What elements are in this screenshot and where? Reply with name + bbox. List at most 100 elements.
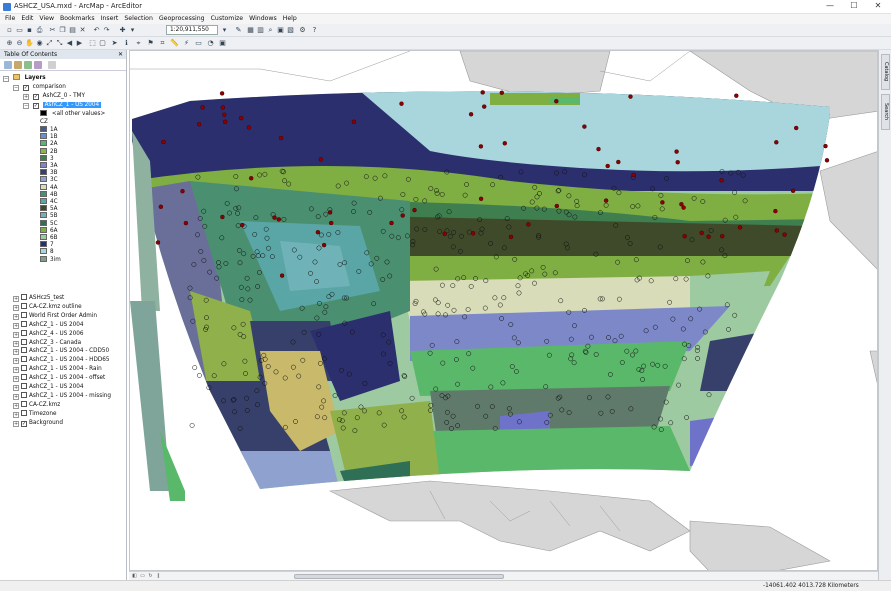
toc-layer-us2004-selected[interactable]: − ✓ AshCZ_1 - US 2004 — [23, 101, 102, 109]
toc-layer-row[interactable]: + ASHcz5_test — [13, 294, 64, 302]
add-data-icon[interactable]: ✚ — [118, 26, 127, 35]
paste-icon[interactable]: ▤ — [68, 26, 77, 35]
data-view-icon[interactable]: ◧ — [131, 573, 138, 579]
full-extent-icon[interactable]: ◉ — [35, 39, 44, 48]
map-view[interactable] — [129, 50, 878, 571]
legend-item-all-other[interactable]: <all other values> — [40, 110, 105, 118]
close-button[interactable]: ✕ — [866, 0, 890, 12]
checkbox-unchecked-icon[interactable] — [21, 338, 27, 345]
html-popup-icon[interactable]: ▭ — [194, 39, 203, 48]
select-features-icon[interactable]: ⬚ — [88, 39, 97, 48]
select-elements-icon[interactable]: ➤ — [110, 39, 119, 48]
toc-layer-row[interactable]: + AshCZ_1 - US 2004 - Rain — [13, 365, 102, 374]
minimize-button[interactable]: — — [818, 0, 842, 12]
expand-icon[interactable]: + — [13, 402, 19, 409]
checkbox-unchecked-icon[interactable] — [21, 302, 27, 309]
python-window-icon[interactable]: ▧ — [286, 26, 295, 35]
checkbox-unchecked-icon[interactable] — [21, 347, 27, 354]
scale-dropdown-icon[interactable]: ▾ — [220, 26, 229, 35]
checkbox-checked-icon[interactable]: ✓ — [32, 103, 39, 109]
create-viewer-icon[interactable]: ▣ — [218, 39, 227, 48]
menu-customize[interactable]: Customize — [211, 14, 243, 24]
zoom-out-icon[interactable]: ⊖ — [15, 39, 24, 48]
layout-view-icon[interactable]: ▭ — [139, 573, 146, 579]
pause-drawing-icon[interactable]: ∥ — [155, 573, 162, 579]
toc-layer-row[interactable]: + World First Order Admin — [13, 311, 97, 320]
maximize-button[interactable]: ☐ — [842, 0, 866, 12]
open-folder-icon[interactable]: ▭ — [15, 26, 24, 35]
editor-toolbar-icon[interactable]: ✎ — [234, 26, 243, 35]
expand-icon[interactable]: + — [13, 358, 19, 365]
checkbox-unchecked-icon[interactable] — [21, 320, 27, 327]
new-document-icon[interactable]: ▫ — [5, 26, 14, 35]
find-route-icon[interactable]: ⚑ — [146, 39, 155, 48]
undo-icon[interactable]: ↶ — [92, 26, 101, 35]
delete-icon[interactable]: ✕ — [78, 26, 87, 35]
checkbox-unchecked-icon[interactable] — [21, 383, 27, 389]
expand-icon[interactable]: + — [13, 322, 19, 329]
checkbox-unchecked-icon[interactable] — [21, 409, 27, 416]
toc-layer-row[interactable]: + AshCZ_1 - US 2004 — [13, 383, 84, 391]
toc-layer-row[interactable]: + Timezone — [13, 409, 57, 418]
menu-insert[interactable]: Insert — [101, 14, 119, 24]
checkbox-unchecked-icon[interactable] — [21, 311, 27, 318]
toc-layer-row[interactable]: + ✓ Background — [13, 419, 63, 427]
menu-file[interactable]: File — [5, 14, 15, 24]
model-builder-icon[interactable]: ⚙ — [298, 26, 307, 35]
menu-geoprocessing[interactable]: Geoprocessing — [159, 14, 205, 24]
map-scale-combobox[interactable]: 1:20,911,550 — [166, 25, 218, 35]
toc-options-icon[interactable] — [48, 61, 56, 69]
list-by-source-icon[interactable] — [14, 61, 22, 69]
expand-icon[interactable]: + — [13, 331, 19, 338]
menu-help[interactable]: Help — [283, 14, 297, 24]
help-icon[interactable]: ? — [310, 26, 319, 35]
collapse-icon[interactable]: − — [23, 103, 29, 109]
expand-icon[interactable]: + — [13, 420, 19, 427]
toc-layer-row[interactable]: + AshCZ_3 - Canada — [13, 338, 81, 347]
expand-icon[interactable]: + — [13, 296, 19, 302]
expand-icon[interactable]: + — [23, 94, 29, 100]
checkbox-unchecked-icon[interactable] — [21, 400, 27, 407]
refresh-icon[interactable]: ↻ — [147, 573, 154, 579]
expand-icon[interactable]: + — [13, 313, 19, 320]
checkbox-unchecked-icon[interactable] — [21, 356, 27, 363]
identify-icon[interactable]: ℹ — [122, 39, 131, 48]
find-icon[interactable]: ⌖ — [134, 39, 143, 48]
hyperlink-icon[interactable]: ⚡ — [182, 39, 191, 48]
arctoolbox-icon[interactable]: ▣ — [276, 26, 285, 35]
checkbox-checked-icon[interactable]: ✓ — [22, 85, 29, 91]
expand-icon[interactable]: + — [13, 304, 19, 311]
toc-layer-row[interactable]: + AshCZ_4 - US 2006 — [13, 329, 84, 338]
go-back-icon[interactable]: ◀ — [65, 39, 74, 48]
expand-icon[interactable]: + — [13, 385, 19, 391]
toc-layer-row[interactable]: + CA-CZ.kmz outline — [13, 302, 82, 311]
map-horizontal-scrollbar[interactable]: ◧ ▭ ↻ ∥ — [129, 571, 878, 580]
expand-icon[interactable]: + — [13, 411, 19, 418]
clear-selection-icon[interactable]: ▢ — [98, 39, 107, 48]
expand-icon[interactable]: + — [13, 340, 19, 347]
toc-layer-row[interactable]: + AshCZ_1 - US 2004 - offset — [13, 374, 105, 383]
redo-icon[interactable]: ↷ — [102, 26, 111, 35]
menu-bookmarks[interactable]: Bookmarks — [60, 14, 95, 24]
print-icon[interactable]: ⎙ — [35, 26, 44, 35]
go-forward-icon[interactable]: ▶ — [75, 39, 84, 48]
fixed-zoom-in-icon[interactable]: ⤢ — [45, 39, 54, 48]
copy-icon[interactable]: ❐ — [58, 26, 67, 35]
list-by-visibility-icon[interactable] — [24, 61, 32, 69]
map-canvas[interactable] — [130, 51, 878, 571]
toc-layer-row[interactable]: + AshCZ_1 - US 2004 - missing — [13, 391, 111, 400]
zoom-in-icon[interactable]: ⊕ — [5, 39, 14, 48]
pan-icon[interactable]: ✋ — [25, 39, 34, 48]
toc-layer-row[interactable]: + AshCZ_1 - US 2004 - CDD50 — [13, 347, 109, 356]
expand-icon[interactable]: + — [13, 367, 19, 374]
list-by-selection-icon[interactable] — [34, 61, 42, 69]
checkbox-unchecked-icon[interactable] — [21, 329, 27, 336]
menu-edit[interactable]: Edit — [21, 14, 33, 24]
toc-layer-row[interactable]: + AshCZ_1 - US 2004 — [13, 320, 84, 329]
measure-icon[interactable]: 📏 — [170, 39, 179, 48]
toc-layer-row[interactable]: + AshCZ_1 - US 2004 - HDD65 — [13, 356, 109, 365]
expand-icon[interactable]: + — [13, 349, 19, 356]
checkbox-checked-icon[interactable]: ✓ — [21, 420, 27, 427]
table-of-contents-icon[interactable]: ▦ — [246, 26, 255, 35]
checkbox-unchecked-icon[interactable] — [21, 391, 27, 398]
